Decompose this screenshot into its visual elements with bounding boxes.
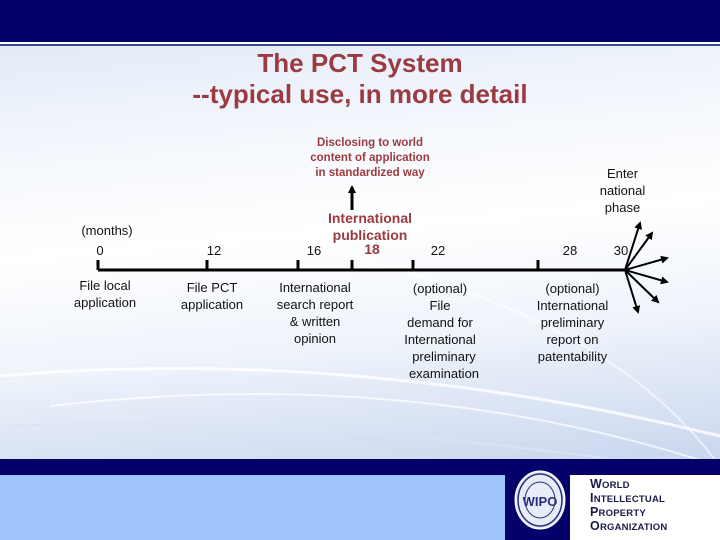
org-line: ORGANIZATION (590, 520, 667, 534)
event-line: report on (546, 332, 599, 347)
event-line: & written (289, 314, 341, 329)
disclosing-line: in standardized way (315, 167, 425, 179)
event-line: File local (79, 278, 131, 293)
org-line: PROPERTY (590, 506, 667, 520)
months-unit-label: (months) (81, 223, 133, 238)
tick-label: 0 (96, 243, 104, 258)
org-word: INTELLECTUAL (590, 491, 666, 505)
event-file-pct: File PCT application (162, 279, 262, 313)
event-line: (optional) (545, 281, 600, 296)
org-word: WORLD (590, 477, 630, 491)
footer-bar (0, 459, 720, 475)
event-line: preliminary (540, 315, 605, 330)
disclosing-line: content of application (310, 152, 430, 164)
event-line: application (73, 295, 137, 310)
tick-label: 16 (306, 243, 322, 258)
event-line: opinion (294, 331, 336, 346)
event-line: examination (408, 366, 480, 381)
tick-label: 30 (613, 243, 629, 258)
org-word: ORGANIZATION (590, 519, 668, 533)
wipo-seal-icon: WIPO (514, 470, 566, 530)
national-phase-arrows (624, 221, 669, 314)
publication-line: publication (332, 227, 408, 243)
event-line: search report (276, 297, 354, 312)
event-national-phase: Enter national phase (580, 165, 665, 216)
event-line: File (429, 298, 451, 313)
event-ipe-demand: (optional) File demand for International… (385, 280, 495, 382)
event-line: preliminary (412, 349, 476, 364)
event-line: application (180, 297, 244, 312)
org-word: PROPERTY (590, 505, 646, 519)
footer-panel (0, 475, 505, 540)
org-line: INTELLECTUAL (590, 492, 667, 506)
tick-label: 12 (206, 243, 222, 258)
event-iprp: (optional) International preliminary rep… (520, 280, 625, 365)
event-line: International (536, 298, 609, 313)
event-line: International (279, 280, 351, 295)
publication-line: International (327, 210, 412, 226)
event-line: national (599, 183, 646, 198)
tick-label: 28 (562, 243, 578, 258)
disclosing-label: Disclosing to world content of applicati… (295, 136, 445, 181)
event-line: phase (604, 200, 641, 215)
event-file-local: File local application (55, 277, 155, 311)
event-line: demand for (407, 315, 473, 330)
seal-text: WIPO (523, 494, 558, 509)
disclosing-line: Disclosing to world (316, 137, 424, 149)
tick-label: 22 (430, 243, 446, 258)
event-line: Enter (606, 166, 639, 181)
org-line: WORLD (590, 478, 667, 492)
publication-label: International publication (310, 210, 430, 244)
event-isr: International search report & written op… (260, 279, 370, 347)
event-line: International (404, 332, 476, 347)
event-line: patentability (537, 349, 608, 364)
wipo-org-name: WORLD INTELLECTUAL PROPERTY ORGANIZATION (590, 478, 667, 534)
event-line: (optional) (412, 281, 468, 296)
event-line: File PCT (186, 280, 238, 295)
